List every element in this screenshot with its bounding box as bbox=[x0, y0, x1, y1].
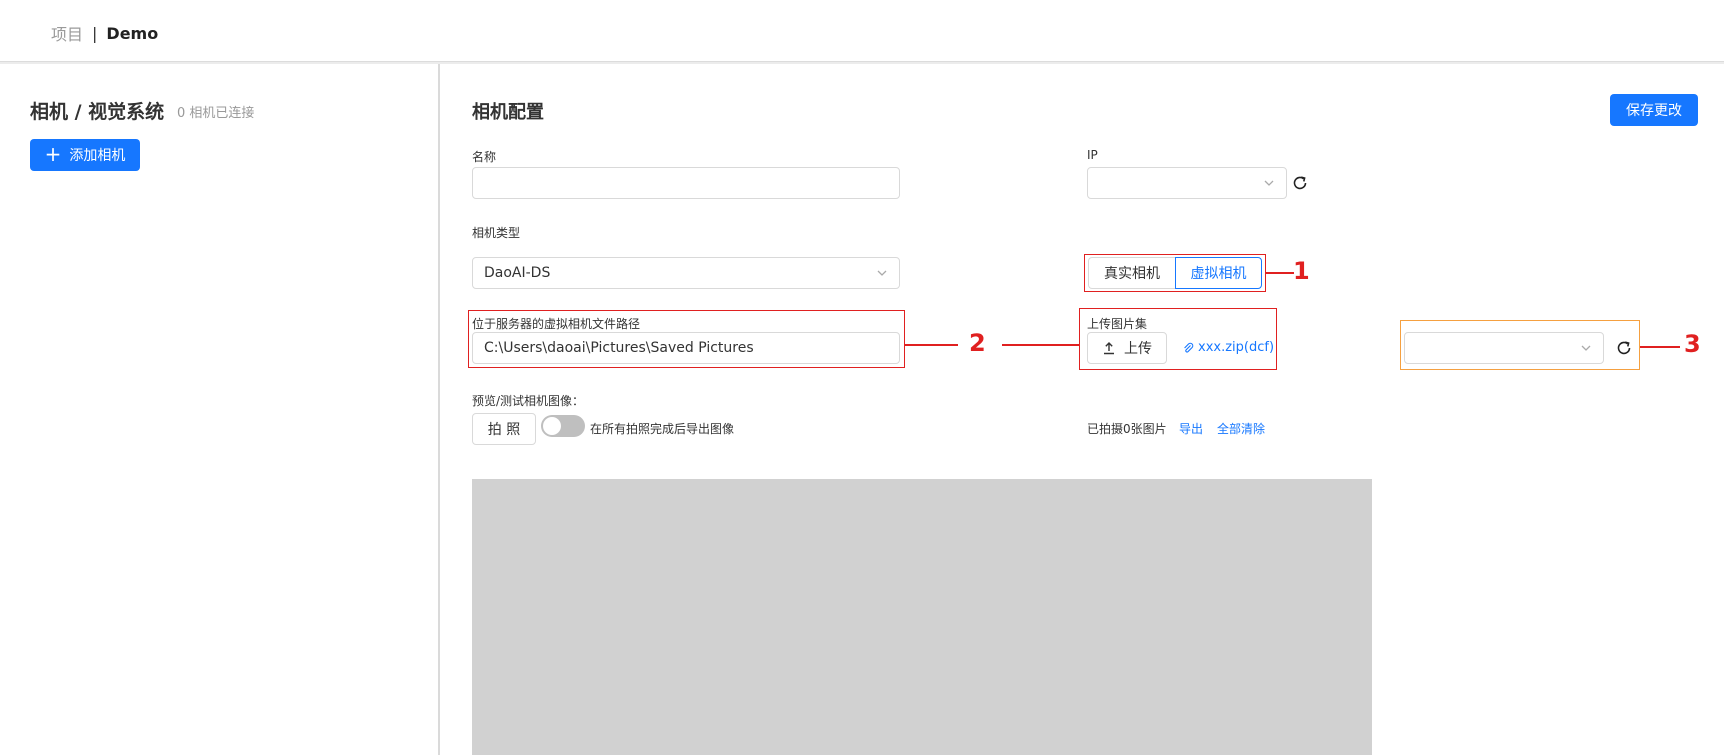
camera-type-select[interactable]: DaoAI-DS bbox=[472, 257, 900, 289]
toggle-knob bbox=[543, 417, 561, 435]
virtual-path-input[interactable]: C:\Users\daoai\Pictures\Saved Pictures bbox=[472, 332, 900, 364]
breadcrumb-project[interactable]: 项目 bbox=[51, 21, 83, 45]
add-camera-label: 添加相机 bbox=[69, 148, 126, 164]
refresh-image-set-icon[interactable] bbox=[1615, 339, 1633, 357]
camera-config-panel: 相机配置 保存更改 名称 IP 相机类型 DaoAI-DS 真实相机 虚拟相机 … bbox=[442, 64, 1724, 755]
camera-type-value: DaoAI-DS bbox=[484, 265, 551, 281]
breadcrumb-separator: | bbox=[92, 23, 98, 43]
export-toggle-label: 在所有拍照完成后导出图像 bbox=[590, 422, 735, 436]
upload-button-label: 上传 bbox=[1124, 341, 1152, 357]
uploaded-file-link[interactable]: xxx.zip(dcf) bbox=[1182, 340, 1274, 355]
breadcrumb-current: Demo bbox=[106, 23, 159, 43]
camera-type-label: 相机类型 bbox=[472, 226, 521, 240]
image-preview-area bbox=[472, 479, 1372, 755]
name-label: 名称 bbox=[472, 150, 497, 164]
plus-icon: + bbox=[44, 142, 62, 166]
upload-label: 上传图片集 bbox=[1087, 317, 1148, 331]
ip-select[interactable] bbox=[1087, 167, 1287, 199]
annotation-box-1 bbox=[1084, 254, 1266, 292]
name-input[interactable] bbox=[472, 167, 900, 199]
annotation-line-1 bbox=[1266, 272, 1294, 274]
add-camera-button[interactable]: + 添加相机 bbox=[30, 139, 140, 171]
annotation-line-2b bbox=[1002, 344, 1079, 346]
page-title: 相机配置 bbox=[472, 102, 544, 123]
annotation-number-3: 3 bbox=[1684, 330, 1701, 358]
paperclip-icon bbox=[1184, 342, 1194, 353]
image-set-select[interactable] bbox=[1404, 332, 1604, 364]
annotation-number-2: 2 bbox=[969, 329, 986, 357]
annotation-line-3 bbox=[1640, 346, 1680, 348]
upload-button[interactable]: 上传 bbox=[1087, 332, 1167, 364]
chevron-down-icon bbox=[1264, 180, 1274, 186]
chevron-down-icon bbox=[1581, 345, 1591, 351]
top-bar: 项目 | Demo bbox=[0, 0, 1724, 62]
clear-all-link[interactable]: 全部清除 bbox=[1217, 420, 1265, 437]
annotation-line-2a bbox=[905, 344, 958, 346]
virtual-path-label: 位于服务器的虚拟相机文件路径 bbox=[472, 317, 641, 331]
refresh-ip-icon[interactable] bbox=[1291, 174, 1309, 192]
export-link[interactable]: 导出 bbox=[1179, 420, 1203, 437]
save-changes-button[interactable]: 保存更改 bbox=[1610, 94, 1698, 126]
upload-icon bbox=[1104, 342, 1114, 355]
panel-title: 相机 / 视觉系统 bbox=[30, 101, 165, 123]
export-after-capture-toggle[interactable] bbox=[541, 415, 585, 437]
ip-label: IP bbox=[1087, 148, 1098, 162]
breadcrumb: 项目 | Demo bbox=[51, 21, 158, 45]
uploaded-file-name: xxx.zip(dcf) bbox=[1198, 340, 1275, 355]
capture-button[interactable]: 拍 照 bbox=[472, 413, 536, 445]
camera-list-panel: 相机 / 视觉系统 0 相机已连接 + 添加相机 bbox=[0, 64, 440, 755]
connected-count: 0 相机已连接 bbox=[177, 106, 255, 121]
captured-count: 已拍摄0张图片 bbox=[1087, 422, 1167, 436]
annotation-number-1: 1 bbox=[1293, 257, 1310, 285]
chevron-down-icon bbox=[877, 270, 887, 276]
preview-label: 预览/测试相机图像： bbox=[472, 394, 585, 408]
